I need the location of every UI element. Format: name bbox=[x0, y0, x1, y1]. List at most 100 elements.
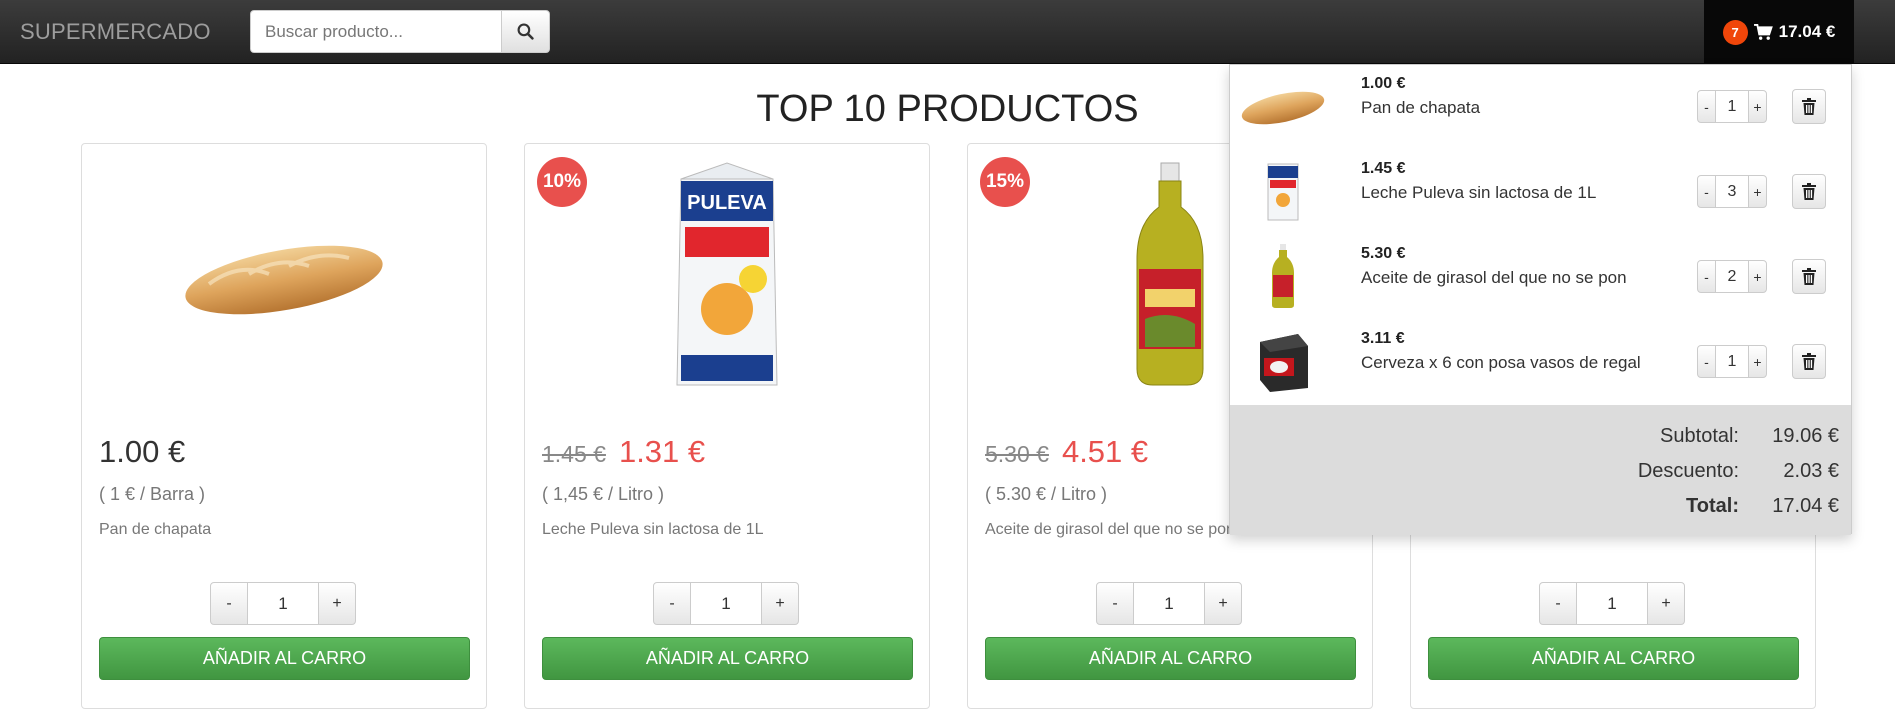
cart-item-name: Cerveza x 6 con posa vasos de regal bbox=[1361, 353, 1641, 372]
increase-button[interactable]: + bbox=[1748, 260, 1767, 293]
remove-item-button[interactable] bbox=[1792, 344, 1826, 379]
decrease-button[interactable]: - bbox=[653, 582, 691, 625]
add-to-cart-button[interactable]: AÑADIR AL CARRO bbox=[985, 637, 1356, 680]
search-input[interactable] bbox=[250, 10, 501, 53]
cart-count-badge: 7 bbox=[1722, 19, 1748, 45]
cart-item-price: 1.00 € bbox=[1361, 75, 1406, 92]
milk-carton-image bbox=[1267, 163, 1299, 221]
trash-icon bbox=[1802, 268, 1816, 285]
subtotal-value: 19.06 € bbox=[1772, 425, 1839, 447]
product-name: Aceite de girasol del que no se pon bbox=[985, 521, 1235, 538]
cart-item-image bbox=[1236, 239, 1330, 313]
quantity-stepper: - 1 + bbox=[1539, 582, 1685, 625]
cart-dropdown: 1.00 € Pan de chapata - 1 + 1.45 € Leche… bbox=[1229, 64, 1852, 535]
old-price: 1.45 € bbox=[542, 441, 606, 467]
cart-item-name: Pan de chapata bbox=[1361, 98, 1481, 117]
unit-price: ( 1 € / Barra ) bbox=[99, 484, 206, 504]
quantity-value[interactable]: 3 bbox=[1716, 175, 1748, 208]
trash-icon bbox=[1802, 353, 1816, 370]
quantity-value[interactable]: 1 bbox=[1577, 582, 1647, 625]
total-label: Total: bbox=[1686, 495, 1739, 517]
cart-totals: Subtotal: 19.06 € Descuento: 2.03 € Tota… bbox=[1230, 405, 1851, 535]
price-row: 1.45 € 1.31 € bbox=[542, 434, 705, 470]
decrease-button[interactable]: - bbox=[1096, 582, 1134, 625]
cart-quantity-stepper: - 1 + bbox=[1697, 90, 1767, 123]
increase-button[interactable]: + bbox=[1647, 582, 1685, 625]
old-price: 5.30 € bbox=[985, 441, 1049, 467]
cart-item-price: 1.45 € bbox=[1361, 160, 1406, 177]
oil-bottle-image bbox=[1272, 244, 1294, 308]
product-image bbox=[82, 154, 486, 394]
unit-price: ( 1,45 € / Litro ) bbox=[542, 484, 665, 504]
quantity-value[interactable]: 1 bbox=[1716, 345, 1748, 378]
price-row: 1.00 € bbox=[99, 434, 185, 470]
increase-button[interactable]: + bbox=[761, 582, 799, 625]
product-price: 4.51 € bbox=[1061, 434, 1149, 469]
cart-item: 1.45 € Leche Puleva sin lactosa de 1L - … bbox=[1230, 150, 1851, 235]
add-to-cart-button[interactable]: AÑADIR AL CARRO bbox=[1428, 637, 1799, 680]
cart-item-image bbox=[1236, 69, 1330, 143]
cart-quantity-stepper: - 1 + bbox=[1697, 345, 1767, 378]
cart-item-price: 5.30 € bbox=[1361, 245, 1406, 262]
decrease-button[interactable]: - bbox=[1697, 175, 1716, 208]
trash-icon bbox=[1802, 98, 1816, 115]
navbar: SUPERMERCADO 7 17.04 € bbox=[0, 0, 1895, 64]
quantity-value[interactable]: 1 bbox=[248, 582, 318, 625]
search-bar bbox=[250, 10, 550, 53]
cart-item-name: Leche Puleva sin lactosa de 1L bbox=[1361, 183, 1597, 202]
brand-logo[interactable]: SUPERMERCADO bbox=[20, 19, 211, 45]
quantity-stepper: - 1 + bbox=[210, 582, 356, 625]
product-card: 1.00 € ( 1 € / Barra ) Pan de chapata - … bbox=[81, 143, 487, 709]
total-value: 17.04 € bbox=[1772, 495, 1839, 517]
trash-icon bbox=[1802, 183, 1816, 200]
cart-item: 5.30 € Aceite de girasol del que no se p… bbox=[1230, 235, 1851, 320]
product-price: 1.00 € bbox=[99, 434, 186, 469]
svg-text:PULEVA: PULEVA bbox=[687, 192, 767, 214]
increase-button[interactable]: + bbox=[1748, 175, 1767, 208]
increase-button[interactable]: + bbox=[1748, 90, 1767, 123]
product-card: PULEVA 10% 1.45 € 1.31 € ( 1,45 € / Litr… bbox=[524, 143, 930, 709]
add-to-cart-button[interactable]: AÑADIR AL CARRO bbox=[542, 637, 913, 680]
cart-quantity-stepper: - 2 + bbox=[1697, 260, 1767, 293]
cart-item-name: Aceite de girasol del que no se pon bbox=[1361, 268, 1627, 287]
decrease-button[interactable]: - bbox=[1697, 90, 1716, 123]
beer-pack-image bbox=[1260, 334, 1308, 392]
cart-item-price: 3.11 € bbox=[1361, 330, 1405, 347]
product-name: Pan de chapata bbox=[99, 521, 212, 538]
price-row: 5.30 € 4.51 € bbox=[985, 434, 1148, 470]
product-name: Leche Puleva sin lactosa de 1L bbox=[542, 521, 764, 538]
bread-image bbox=[185, 245, 383, 315]
cart-item: 1.00 € Pan de chapata - 1 + bbox=[1230, 65, 1851, 150]
cart-total-label: 17.04 € bbox=[1778, 22, 1836, 41]
cart-button[interactable]: 7 17.04 € bbox=[1704, 0, 1854, 64]
decrease-button[interactable]: - bbox=[210, 582, 248, 625]
cart-icon bbox=[1753, 23, 1773, 40]
quantity-value[interactable]: 1 bbox=[691, 582, 761, 625]
milk-carton-image: PULEVA bbox=[676, 162, 778, 386]
add-to-cart-button[interactable]: AÑADIR AL CARRO bbox=[99, 637, 470, 680]
quantity-stepper: - 1 + bbox=[1096, 582, 1242, 625]
cart-item: 3.11 € Cerveza x 6 con posa vasos de reg… bbox=[1230, 320, 1851, 405]
cart-quantity-stepper: - 3 + bbox=[1697, 175, 1767, 208]
increase-button[interactable]: + bbox=[1748, 345, 1767, 378]
bread-image bbox=[1241, 91, 1325, 125]
increase-button[interactable]: + bbox=[318, 582, 356, 625]
cart-item-image bbox=[1236, 324, 1330, 398]
discount-badge: 15% bbox=[980, 157, 1030, 207]
decrease-button[interactable]: - bbox=[1697, 345, 1716, 378]
increase-button[interactable]: + bbox=[1204, 582, 1242, 625]
decrease-button[interactable]: - bbox=[1539, 582, 1577, 625]
decrease-button[interactable]: - bbox=[1697, 260, 1716, 293]
remove-item-button[interactable] bbox=[1792, 89, 1826, 124]
quantity-value[interactable]: 1 bbox=[1134, 582, 1204, 625]
discount-badge: 10% bbox=[537, 157, 587, 207]
remove-item-button[interactable] bbox=[1792, 259, 1826, 294]
product-price: 1.31 € bbox=[618, 434, 706, 469]
search-icon bbox=[517, 23, 534, 40]
quantity-value[interactable]: 2 bbox=[1716, 260, 1748, 293]
search-button[interactable] bbox=[501, 10, 550, 53]
oil-bottle-image bbox=[1136, 162, 1204, 386]
remove-item-button[interactable] bbox=[1792, 174, 1826, 209]
quantity-value[interactable]: 1 bbox=[1716, 90, 1748, 123]
unit-price: ( 5.30 € / Litro ) bbox=[985, 484, 1108, 504]
